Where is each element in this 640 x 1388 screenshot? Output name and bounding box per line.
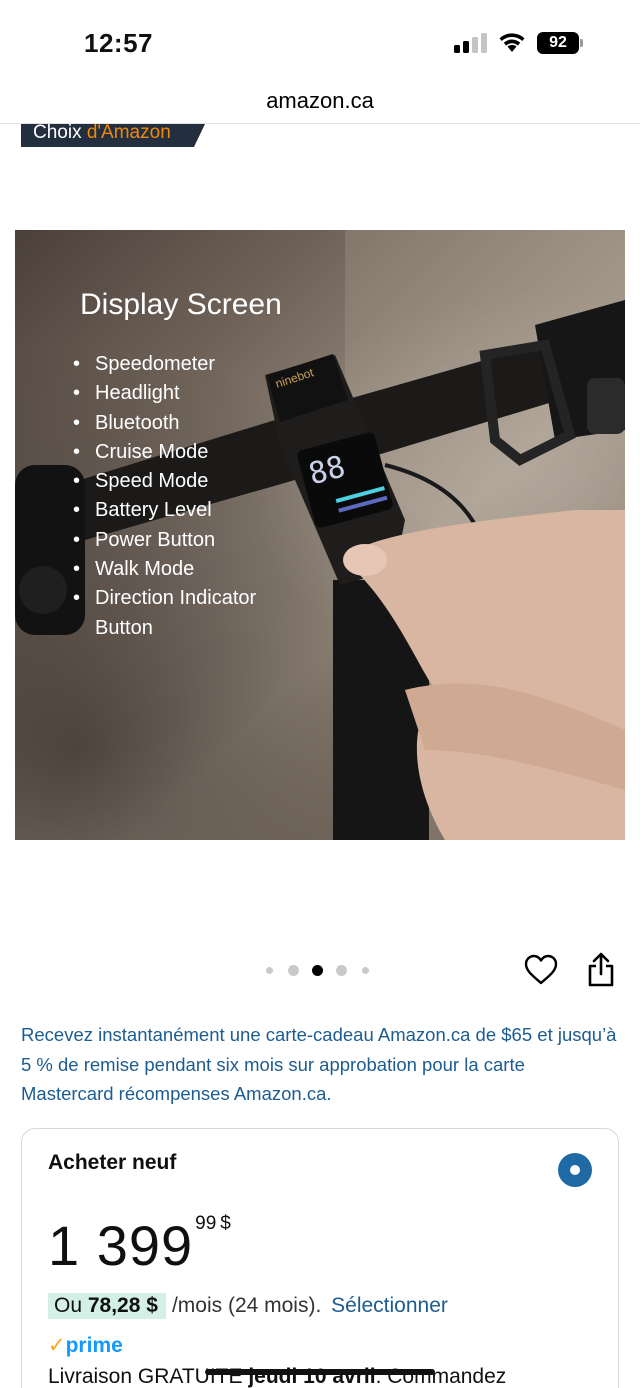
feature-item: Headlight [73,379,293,409]
share-icon[interactable] [586,952,616,988]
checkmark-icon: ✓ [48,1334,66,1357]
cellular-signal-icon [454,33,487,53]
monthly-highlight: Ou 78,28 $ [48,1293,166,1319]
monthly-terms: /mois (24 mois). [171,1294,322,1317]
prime-label: prime [65,1334,123,1357]
select-payment-plan-link[interactable]: Sélectionner [331,1294,448,1317]
badge-label-accent: d'Amazon [86,122,171,143]
buy-new-radio[interactable] [558,1153,592,1187]
battery-icon: 92 [537,32,583,54]
carousel-dot[interactable] [336,964,347,976]
feature-item: Direction Indicator Button [73,584,293,643]
heart-icon[interactable] [524,954,558,986]
carousel-dot[interactable] [288,964,299,976]
status-bar: 12:57 92 [0,0,640,82]
feature-item: Battery Level [73,496,293,526]
battery-level: 92 [537,32,579,54]
feature-list: Speedometer Headlight Bluetooth Cruise M… [73,350,293,643]
home-indicator[interactable] [205,1369,435,1375]
mastercard-promo-link[interactable]: Recevez instantanément une carte-cadeau … [21,1020,621,1109]
amazons-choice-badge: Choix d'Amazon [21,124,205,147]
feature-item: Speed Mode [73,467,293,497]
carousel-dot-active[interactable] [312,964,323,976]
price-currency: $ [220,1213,231,1234]
clock: 12:57 [84,28,153,58]
prime-logo: ✓prime [48,1333,123,1358]
url-text[interactable]: amazon.ca [0,88,640,114]
monthly-payment: Ou 78,28 $/mois (24 mois). Sélectionner [48,1293,448,1319]
monthly-prefix: Ou [54,1294,83,1317]
feature-item: Bluetooth [73,409,293,439]
carousel-dot[interactable] [362,966,369,974]
carousel-dots[interactable] [266,963,369,977]
feature-item: Power Button [73,526,293,556]
monthly-amount: 78,28 $ [87,1294,158,1317]
price-cents: 99 [195,1213,217,1234]
price: 1 399 99 $ [48,1213,231,1278]
carousel-dot[interactable] [266,966,273,974]
product-image[interactable]: ninebot 88 Display Screen Speedometer He… [15,230,625,840]
buy-new-box[interactable]: Acheter neuf 1 399 99 $ Ou 78,28 $/mois (2… [21,1128,619,1388]
price-whole: 1 399 [48,1214,194,1277]
feature-item: Walk Mode [73,555,293,585]
address-bar[interactable]: amazon.ca [0,82,640,124]
badge-label: Choix [33,122,82,143]
feature-item: Speedometer [73,350,293,380]
wifi-icon [499,33,525,52]
feature-item: Cruise Mode [73,438,293,468]
buy-box-title: Acheter neuf [48,1151,177,1174]
image-title: Display Screen [80,288,282,321]
